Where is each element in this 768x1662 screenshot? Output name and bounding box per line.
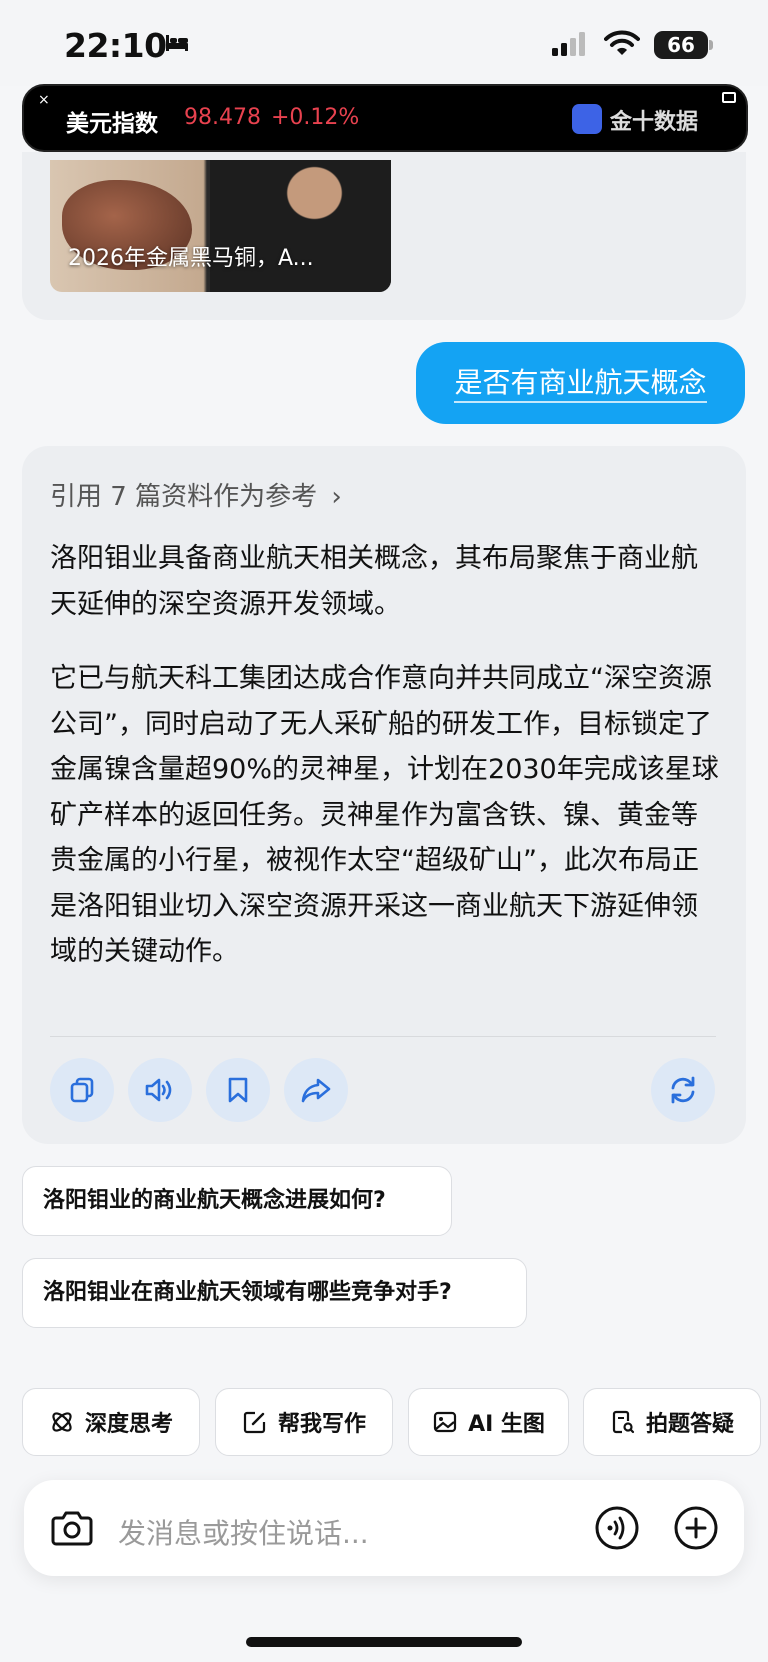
references-link[interactable]: 引用 7 篇资料作为参考 › (50, 476, 342, 513)
video-thumbnail[interactable]: 2026年金属黑马铜，A... (50, 160, 391, 292)
bookmark-icon (228, 1077, 248, 1103)
home-indicator[interactable] (246, 1637, 522, 1647)
plus-icon[interactable] (673, 1505, 719, 1551)
message-input[interactable]: 发消息或按住说话... (118, 1512, 369, 1552)
answer-paragraph: 洛阳钼业具备商业航天相关概念，其布局聚焦于商业航天延伸的深空资源开发领域。 (50, 543, 698, 620)
answer-paragraph: 它已与航天科工集团达成合作意向并共同成立“深空资源公司”，同时启动了无人采矿船的… (50, 663, 719, 967)
battery-tip (709, 40, 713, 50)
copy-icon (70, 1077, 94, 1103)
ticker-change: +0.12% (271, 105, 360, 130)
wifi-icon (604, 30, 640, 55)
regenerate-button[interactable] (651, 1058, 715, 1122)
edit-icon (243, 1411, 266, 1434)
atom-icon (52, 1412, 72, 1432)
tool-label: AI 生图 (468, 1412, 545, 1437)
voice-call-icon[interactable] (594, 1505, 640, 1551)
speaker-icon (145, 1078, 172, 1102)
jin10-logo-icon (572, 104, 602, 134)
thumbnail-caption: 2026年金属黑马铜，A... (68, 246, 314, 271)
tool-label: 帮我写作 (277, 1412, 366, 1437)
divider (50, 1036, 716, 1037)
share-button[interactable] (284, 1058, 348, 1122)
user-message-bubble[interactable]: 是否有商业航天概念 (416, 342, 745, 424)
presenter-image (210, 160, 391, 292)
user-message-text: 是否有商业航天概念 (454, 366, 707, 403)
suggested-question[interactable]: 洛阳钼业在商业航天领域有哪些竞争对手? (22, 1258, 527, 1328)
ai-image-button[interactable]: AI 生图 (408, 1388, 569, 1456)
references-label: 引用 7 篇资料作为参考 (50, 482, 318, 512)
tool-label: 深度思考 (84, 1412, 173, 1437)
ticker-name: 美元指数 (66, 111, 158, 137)
chevron-right-icon: › (331, 482, 342, 512)
tool-label: 拍题答疑 (645, 1412, 734, 1437)
copy-button[interactable] (50, 1058, 114, 1122)
status-time: 22:10 (64, 26, 167, 65)
camera-icon[interactable] (50, 1508, 94, 1548)
cellular-signal-icon (552, 32, 585, 56)
writing-button[interactable]: 帮我写作 (215, 1388, 393, 1456)
battery-level: 66 (654, 31, 708, 59)
ticker-brand: 金十数据 (610, 110, 699, 135)
doc-search-icon (612, 1410, 635, 1434)
expand-icon[interactable] (722, 92, 736, 103)
bookmark-button[interactable] (206, 1058, 270, 1122)
deep-think-button[interactable]: 深度思考 (22, 1388, 200, 1456)
refresh-icon (671, 1076, 695, 1104)
sleep-focus-icon (166, 35, 188, 51)
share-icon (301, 1078, 331, 1103)
read-aloud-button[interactable] (128, 1058, 192, 1122)
image-icon (433, 1411, 457, 1433)
ticker-value: 98.478 (184, 105, 261, 130)
photo-question-button[interactable]: 拍题答疑 (583, 1388, 761, 1456)
suggested-question[interactable]: 洛阳钼业的商业航天概念进展如何? (22, 1166, 452, 1236)
close-icon[interactable]: × (38, 92, 50, 108)
ticker-banner[interactable]: × 美元指数 98.478 +0.12% 金十数据 (22, 84, 748, 152)
